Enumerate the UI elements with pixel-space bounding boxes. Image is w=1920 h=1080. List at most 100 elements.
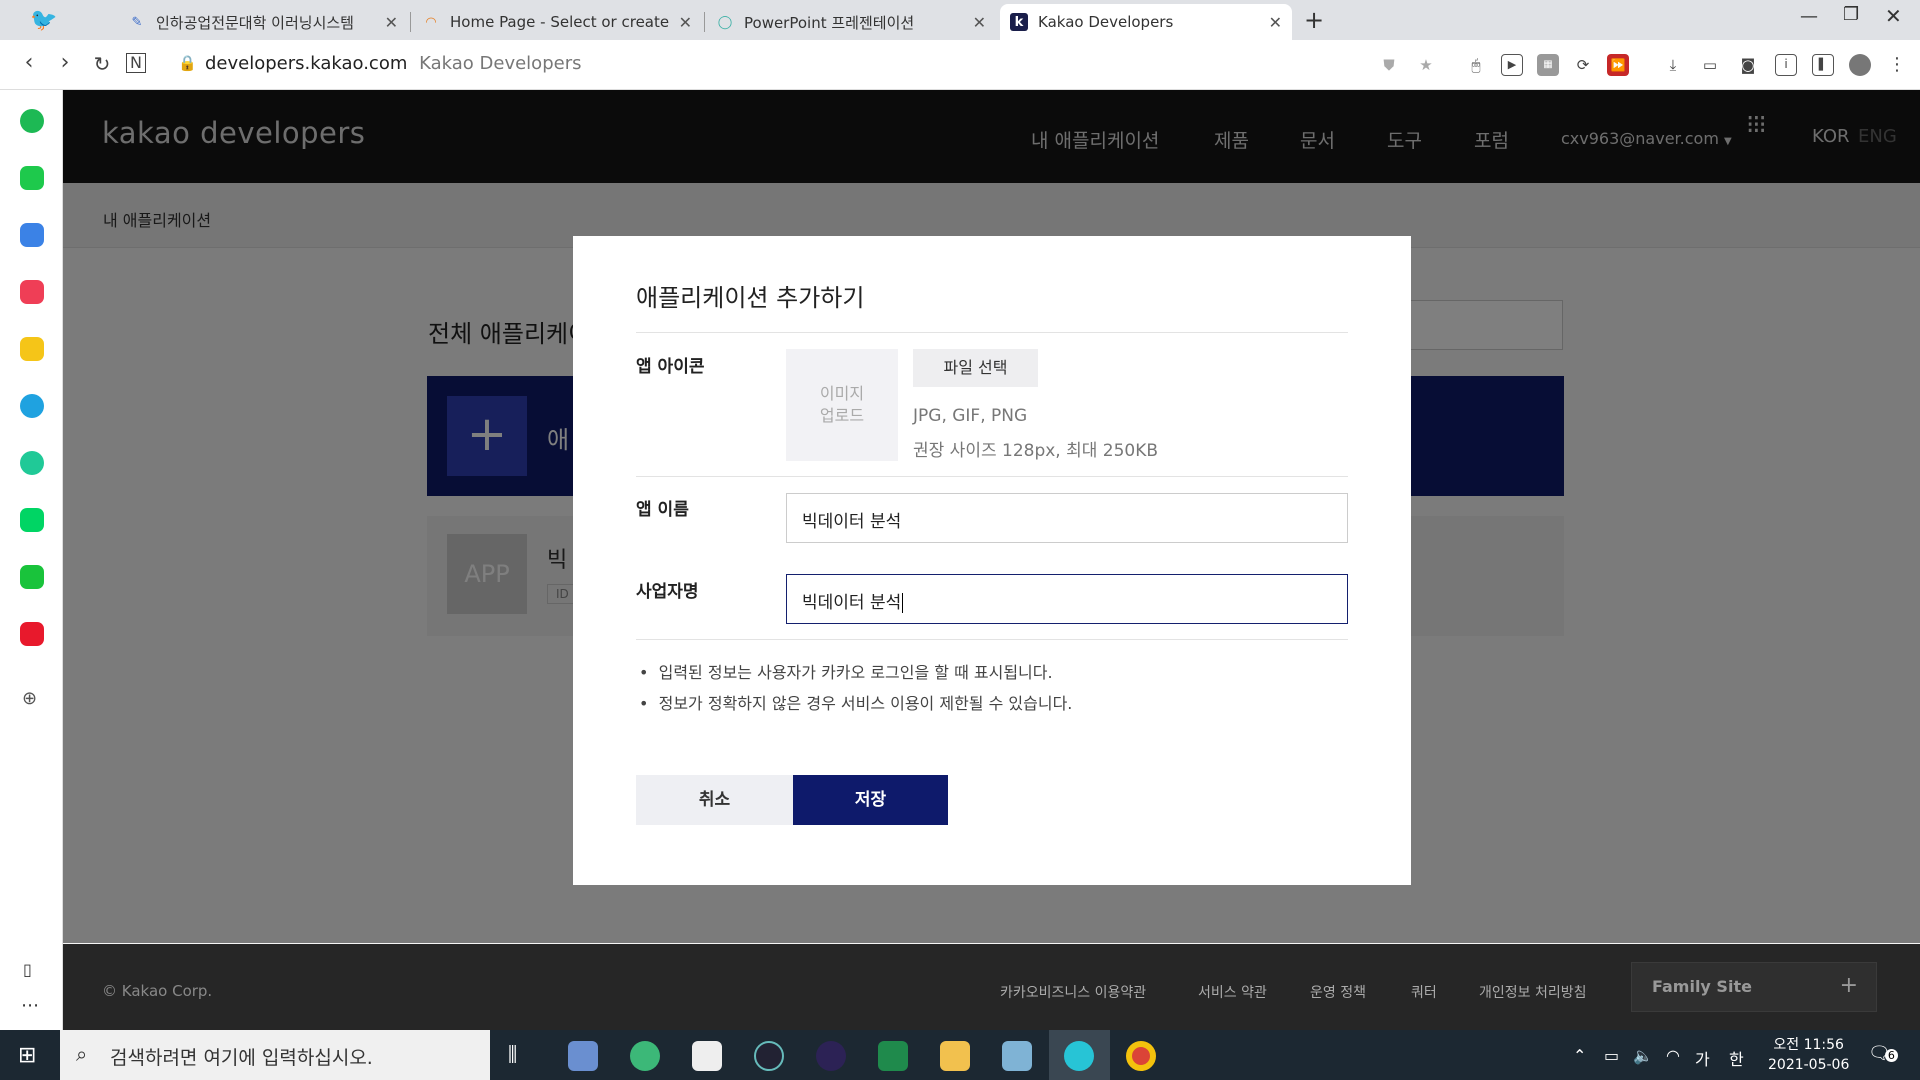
video-extension-icon[interactable]: ▶	[1501, 54, 1523, 76]
note-line: • 입력된 정보는 사용자가 카카오 로그인을 할 때 표시됩니다.	[639, 663, 1053, 682]
inkscape-app-icon[interactable]	[754, 1041, 784, 1071]
minimize-icon[interactable]: —	[1800, 6, 1818, 27]
plus-icon: +	[1839, 973, 1858, 998]
squirrel-app-icon[interactable]	[692, 1041, 722, 1071]
play-app-icon[interactable]	[20, 451, 44, 475]
footer-link-policy[interactable]: 운영 정책	[1310, 982, 1366, 1002]
notepad-app-icon[interactable]	[1002, 1041, 1032, 1071]
restore-icon[interactable]: ❐	[1843, 4, 1859, 25]
atom-app-icon[interactable]	[630, 1041, 660, 1071]
shield-icon[interactable]: ⛊	[1378, 54, 1400, 76]
file-explorer-icon[interactable]	[940, 1041, 970, 1071]
lock-icon: 🔒	[178, 54, 197, 72]
eclipse-app-icon[interactable]	[816, 1041, 846, 1071]
loading-spinner-icon: ◠	[425, 14, 437, 30]
back-icon[interactable]: ‹	[14, 50, 44, 75]
app-name-input[interactable]: 빅데이터 분석	[786, 493, 1348, 543]
red-extension-icon[interactable]: ⏩	[1607, 54, 1629, 76]
green-window-app-icon[interactable]	[878, 1041, 908, 1071]
file-types-hint: JPG, GIF, PNG	[913, 406, 1028, 426]
tab-elearning[interactable]: ✎ 인하공업전문대학 이러닝시스템 ✕	[118, 4, 408, 40]
sync-extension-icon[interactable]: ⟳	[1572, 54, 1594, 76]
reload-icon[interactable]: ↻	[87, 52, 117, 76]
url-field[interactable]: developers.kakao.com Kakao Developers	[205, 53, 581, 74]
notification-icon[interactable]: 🗨6	[1868, 1043, 1898, 1064]
windows-taskbar: ⊞ ⌕ 검색하려면 여기에 입력하십시오. ⫼ ⌃ ▭ 🔈 ◠ 가 한 오전 1…	[0, 1030, 1920, 1080]
footer-link-privacy[interactable]: 개인정보 처리방침	[1479, 982, 1587, 1002]
bird-app-icon[interactable]	[20, 394, 44, 418]
green-circle-app-icon[interactable]	[20, 109, 44, 133]
image-upload-box[interactable]: 이미지 업로드	[786, 349, 898, 461]
camera-icon[interactable]: ◙	[1737, 54, 1759, 76]
download-icon[interactable]: ⤓	[1662, 54, 1684, 76]
sidebar-toggle-icon[interactable]: ▌	[1812, 54, 1834, 76]
notepad-icon: ✎	[131, 14, 143, 30]
ime-mode[interactable]: 한	[1729, 1046, 1744, 1070]
footer-link-service-terms[interactable]: 서비스 약관	[1198, 982, 1267, 1002]
kakao-k-icon: k	[1010, 13, 1028, 31]
windows-start-icon[interactable]: ⊞	[18, 1043, 36, 1068]
sidebar-panel-icon[interactable]: ▯	[23, 960, 32, 979]
battery-icon[interactable]: ▭	[1604, 1046, 1619, 1065]
close-tab-icon[interactable]: ✕	[1269, 13, 1282, 32]
twitter-bird-icon[interactable]: 🐦	[30, 8, 57, 33]
file-size-hint: 권장 사이즈 128px, 최대 250KB	[913, 441, 1159, 461]
copyright: © Kakao Corp.	[102, 982, 213, 1000]
pocket-app-icon[interactable]	[20, 280, 44, 304]
forward-icon[interactable]: ›	[50, 50, 80, 75]
video-call-icon[interactable]: ▭	[1699, 54, 1721, 76]
add-application-dialog: 애플리케이션 추가하기 앱 아이콘 이미지 업로드 파일 선택 JPG, GIF…	[573, 236, 1411, 885]
webtoon-app-icon[interactable]	[20, 508, 44, 532]
search-icon: ⌕	[76, 1042, 88, 1066]
close-tab-icon[interactable]: ✕	[679, 13, 692, 32]
browser-tab-strip: 🐦 ✎ 인하공업전문대학 이러닝시스템 ✕ ◠ Home Page - Sele…	[0, 0, 1920, 40]
business-name-label: 사업자명	[636, 582, 699, 602]
info-icon[interactable]: i	[1775, 54, 1797, 76]
browser-sidebar: ⊕ ▯ ⋯	[0, 90, 63, 1030]
save-button[interactable]: 저장	[793, 775, 948, 825]
chat-bubble-app-icon[interactable]	[20, 166, 44, 190]
now-app-icon[interactable]	[20, 622, 44, 646]
green-square-app-icon[interactable]	[20, 565, 44, 589]
mouse-extension-icon[interactable]: 🖱	[1465, 54, 1487, 76]
notion-icon[interactable]: N	[126, 53, 146, 73]
star-app-icon[interactable]	[20, 337, 44, 361]
close-tab-icon[interactable]: ✕	[973, 13, 986, 32]
note-line: • 정보가 정확하지 않은 경우 서비스 이용이 제한될 수 있습니다.	[639, 694, 1073, 713]
chrome-icon[interactable]	[1126, 1041, 1156, 1071]
footer-link-business-terms[interactable]: 카카오비즈니스 이용약관	[1000, 982, 1146, 1002]
profile-avatar-icon[interactable]	[1849, 54, 1871, 76]
app-icon-label: 앱 아이콘	[636, 357, 705, 377]
add-app-icon[interactable]: ⊕	[22, 688, 37, 709]
close-tab-icon[interactable]: ✕	[385, 13, 398, 32]
image-extension-icon[interactable]: ▦	[1537, 54, 1559, 76]
taskbar-search-box[interactable]: ⌕ 검색하려면 여기에 입력하십시오.	[60, 1030, 490, 1080]
ime-indicator[interactable]: 가	[1695, 1046, 1710, 1070]
more-dots-icon[interactable]: ⋯	[21, 995, 39, 1016]
footer-link-quota[interactable]: 쿼터	[1411, 982, 1437, 1002]
cancel-button[interactable]: 취소	[636, 775, 793, 825]
site-footer: © Kakao Corp. 카카오비즈니스 이용약관 서비스 약관 운영 정책 …	[63, 944, 1920, 1030]
powerpoint-icon: ◯	[717, 14, 733, 30]
clock[interactable]: 오전 11:56 2021-05-06	[1768, 1035, 1849, 1075]
file-select-button[interactable]: 파일 선택	[913, 349, 1038, 387]
tab-kakao-developers[interactable]: k Kakao Developers ✕	[1000, 4, 1292, 40]
tab-home-page[interactable]: ◠ Home Page - Select or create a ✕	[412, 4, 702, 40]
text-cursor	[902, 593, 904, 613]
menu-dots-icon[interactable]: ⋮	[1886, 54, 1908, 76]
family-site-select[interactable]: Family Site +	[1631, 962, 1877, 1012]
bookmark-star-icon[interactable]: ★	[1415, 54, 1437, 76]
task-view-icon[interactable]: ⫼	[508, 1042, 517, 1066]
app-name-label: 앱 이름	[636, 500, 689, 520]
business-name-input[interactable]: 빅데이터 분석	[786, 574, 1348, 624]
volume-icon[interactable]: 🔈	[1633, 1046, 1653, 1065]
briefcase-app-icon[interactable]	[20, 223, 44, 247]
wifi-icon[interactable]: ◠	[1666, 1046, 1680, 1065]
bird-app-icon[interactable]	[1064, 1041, 1094, 1071]
new-tab-icon[interactable]: +	[1304, 6, 1324, 34]
tab-powerpoint[interactable]: ◯ PowerPoint 프레젠테이션 ✕	[706, 4, 996, 40]
close-window-icon[interactable]: ✕	[1885, 4, 1902, 28]
dialog-title: 애플리케이션 추가하기	[636, 284, 865, 312]
tray-chevron-icon[interactable]: ⌃	[1573, 1046, 1586, 1065]
paint-app-icon[interactable]	[568, 1041, 598, 1071]
